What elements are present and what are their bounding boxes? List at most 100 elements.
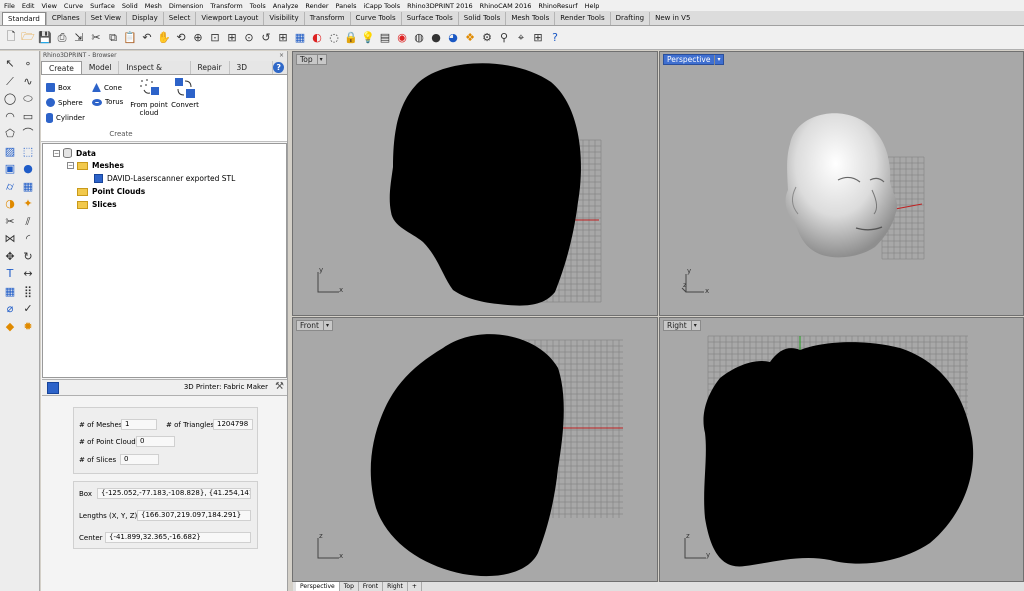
toolbar-tab-visibility[interactable]: Visibility [263,12,303,25]
open-file-icon[interactable]: 🗁 [21,30,35,45]
menu-view[interactable]: View [41,2,56,10]
lock-icon[interactable]: 🔒 [344,31,358,45]
chevron-down-icon[interactable]: ▾ [322,320,329,331]
trim-icon[interactable]: ✂ [3,215,17,229]
toolbar-tab-drafting[interactable]: Drafting [609,12,649,25]
color-wheel-icon[interactable]: ◉ [395,31,409,45]
chevron-down-icon[interactable]: ▾ [714,54,720,65]
filter-icon[interactable]: ⚲ [497,31,511,45]
toolbar-tab-transform[interactable]: Transform [303,12,350,25]
cylinder-solid-icon[interactable]: ⌭ [3,180,17,194]
viewport-label-perspective[interactable]: Perspective ▾ [663,54,725,65]
tree-node-meshes[interactable]: − Meshes [67,161,124,170]
cut-icon[interactable]: ✂ [89,31,103,45]
viewport-tab-right[interactable]: Right [383,582,408,591]
grid-icon[interactable]: ▦ [3,285,17,299]
tree-node-data[interactable]: − Data [53,148,96,158]
menu-tools[interactable]: Tools [250,2,266,10]
layer-icon[interactable]: ▤ [378,31,392,45]
zoom-selected-icon[interactable]: ⊙ [242,31,256,45]
cylinder-button[interactable]: Cylinder [46,113,85,123]
collapse-icon[interactable]: − [67,162,74,169]
box-button[interactable]: Box [46,83,71,92]
menu-rhinocam-2016[interactable]: RhinoCAM 2016 [480,2,532,10]
menu-dimension[interactable]: Dimension [169,2,204,10]
printer-cube-icon[interactable] [47,382,59,394]
arc-icon[interactable]: ◠ [3,110,17,124]
tree-node-point-clouds[interactable]: Point Clouds [77,187,145,196]
viewport-right[interactable]: Right ▾ z y [659,317,1024,582]
menu-rhinoresurf[interactable]: RhinoResurf [538,2,577,10]
rectangle-icon[interactable]: ▭ [21,110,35,124]
settings-icon[interactable]: ⚙ [480,31,494,45]
point-icon[interactable]: ∘ [21,57,35,71]
menu-analyze[interactable]: Analyze [273,2,299,10]
toolbar-tab-curve-tools[interactable]: Curve Tools [349,12,401,25]
viewport-front[interactable]: Front ▾ z x [292,317,658,582]
box-solid-icon[interactable]: ▣ [3,162,17,176]
toolbar-tab-select[interactable]: Select [162,12,196,25]
tab-create[interactable]: Create [41,61,82,74]
menu-transform[interactable]: Transform [210,2,242,10]
zoom-icon[interactable]: ⊕ [191,31,205,45]
chevron-down-icon[interactable]: ▾ [316,54,323,65]
viewport-tab-front[interactable]: Front [359,582,384,591]
boolean-icon[interactable]: ◑ [3,197,17,211]
fillet-curve-icon[interactable]: ⌒ [21,127,35,141]
zoom-window-icon[interactable]: ⊡ [208,31,222,45]
add-viewport-icon[interactable]: + [408,582,422,591]
panel-close-button[interactable]: × [279,51,284,61]
print-icon[interactable]: ⎙ [55,31,69,45]
pan-hand-icon[interactable]: ✋ [157,31,171,45]
named-views-icon[interactable]: ▦ [293,31,307,45]
sphere-render-icon[interactable]: ● [429,31,443,45]
select-arrow-icon[interactable]: ↖ [3,57,17,71]
rotate-view-icon[interactable]: ⟲ [174,31,188,45]
menu-solid[interactable]: Solid [122,2,138,10]
check-icon[interactable]: ✓ [21,302,35,316]
toolbar-tab-new-in-v5[interactable]: New in V5 [649,12,695,25]
select-icon[interactable]: ◌ [327,31,341,45]
tree-node-slices[interactable]: Slices [77,200,117,209]
chevron-down-icon[interactable]: ▾ [690,320,697,331]
import-icon[interactable]: ⇲ [72,31,86,45]
four-view-icon[interactable]: ⊞ [276,31,290,45]
extrude-icon[interactable]: ⬚ [21,145,35,159]
cone-button[interactable]: Cone [92,83,122,92]
save-icon[interactable]: 💾 [38,31,52,45]
toolbar-tab-render-tools[interactable]: Render Tools [554,12,609,25]
light-icon[interactable]: ✹ [21,320,35,334]
surface-icon[interactable]: ▨ [3,145,17,159]
viewport-tab-perspective[interactable]: Perspective [296,582,340,591]
viewport-label-right[interactable]: Right ▾ [663,320,701,331]
torus-button[interactable]: Torus [92,98,123,106]
help-icon[interactable]: ? [548,31,562,45]
display-mode-icon[interactable]: ◐ [310,31,324,45]
viewport-label-front[interactable]: Front ▾ [296,320,333,331]
polygon-icon[interactable]: ⬠ [3,127,17,141]
tab-3d-print[interactable]: 3D Print [230,61,274,86]
move-icon[interactable]: ✥ [3,250,17,264]
env-icon[interactable]: ❖ [463,31,477,45]
undo-icon[interactable]: ↶ [140,31,154,45]
viewport-perspective[interactable]: Perspective ▾ y z x [659,51,1024,316]
circle-icon[interactable]: ◯ [3,92,17,106]
curve-icon[interactable]: ∿ [21,75,35,89]
text-icon[interactable]: T [3,267,17,281]
menu-mesh[interactable]: Mesh [145,2,162,10]
toolbar-tab-cplanes[interactable]: CPlanes [45,12,85,25]
toolbar-tab-mesh-tools[interactable]: Mesh Tools [505,12,554,25]
light-bulb-icon[interactable]: 💡 [361,31,375,45]
split-icon[interactable]: ⫽ [21,215,35,229]
tab-model[interactable]: Model [82,61,120,74]
new-file-icon[interactable]: 🗋 [4,30,18,45]
menu-edit[interactable]: Edit [22,2,35,10]
help-icon[interactable]: ? [273,62,285,73]
zoom-extents-icon[interactable]: ⊞ [225,31,239,45]
material-icon[interactable]: ◍ [412,31,426,45]
ellipse-icon[interactable]: ⬭ [21,92,35,106]
render-icon[interactable]: ◆ [3,320,17,334]
collapse-icon[interactable]: − [53,149,60,157]
tab-inspect-modify[interactable]: Inspect & Modif [119,61,191,86]
mesh-icon[interactable]: ▦ [21,180,35,194]
